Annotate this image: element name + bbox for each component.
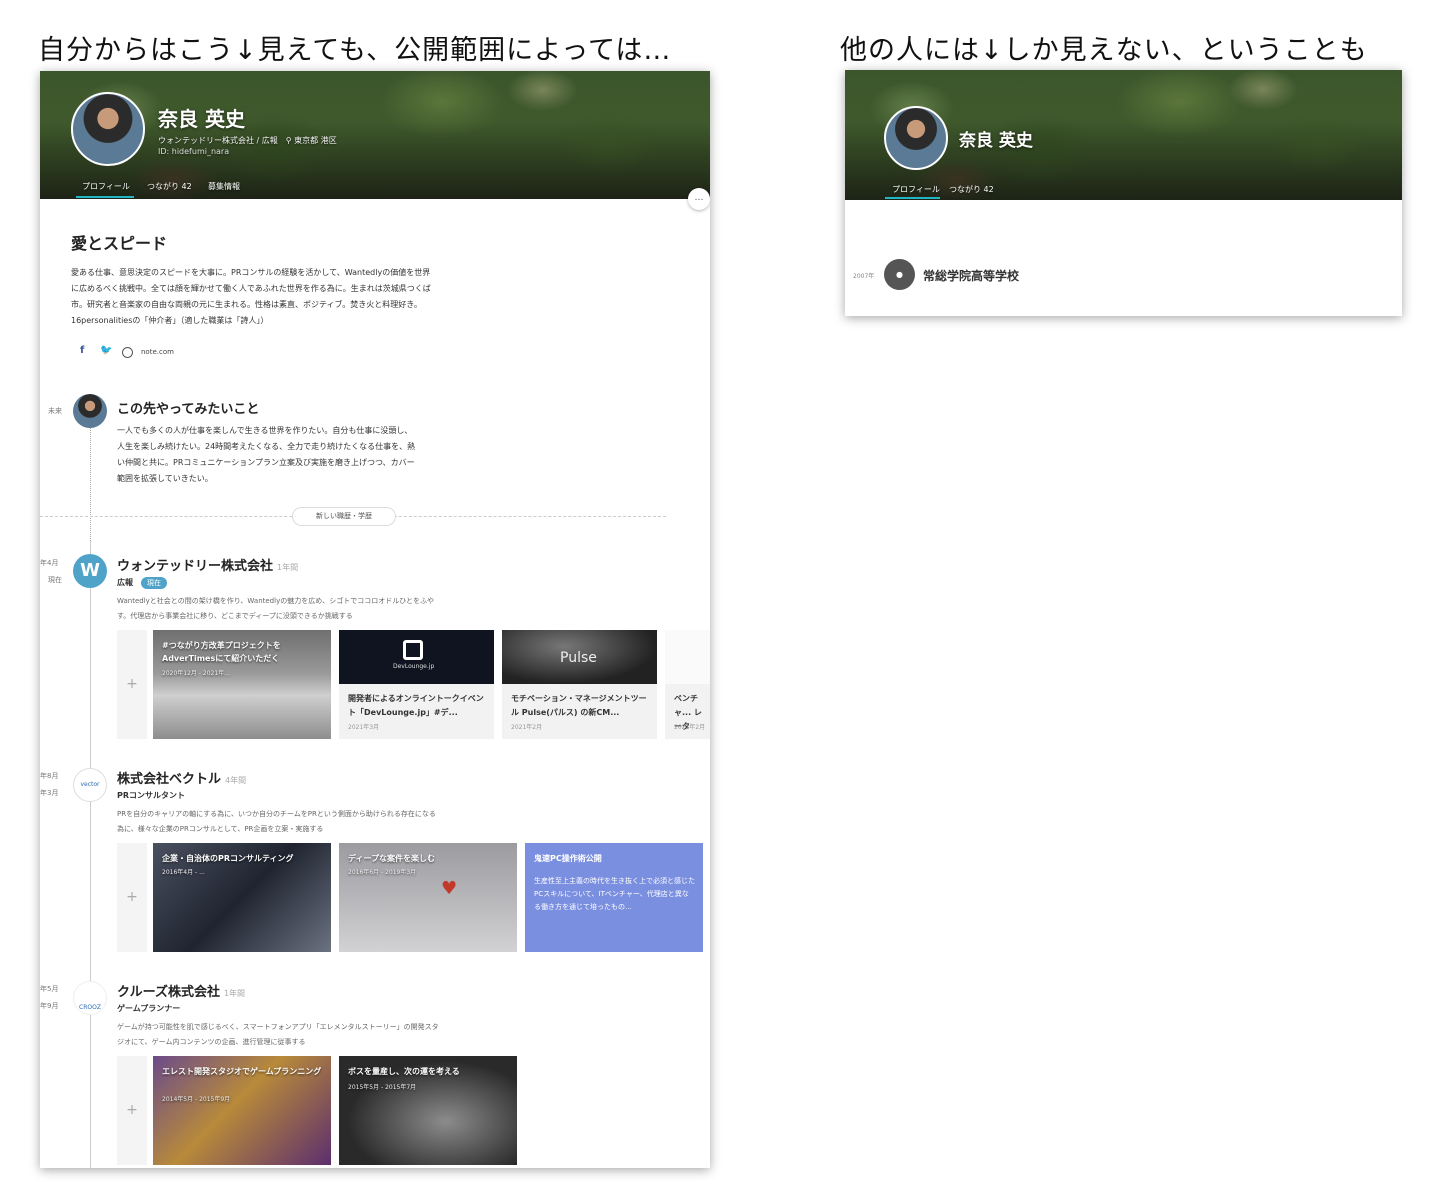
- story-card-title: モチベーション・マネージメントツール Pulse(パルス) の新CM...: [511, 694, 647, 717]
- add-story-button[interactable]: +: [117, 630, 147, 739]
- public-view-caption: 他の人には↓しか見えない、ということも: [840, 35, 1368, 66]
- story-card[interactable]: ボスを量産し、次の運を考える 2015年5月 - 2015年7月: [339, 1056, 517, 1165]
- role-label: 広報: [117, 578, 133, 587]
- active-tab-indicator: [76, 196, 134, 198]
- devlounge-logo-icon: [403, 640, 423, 660]
- tab-profile[interactable]: プロフィール: [892, 184, 940, 195]
- story-card-date: 2021年2月: [674, 724, 706, 731]
- story-card-date: 2014年5月 - 2015年9月: [162, 1096, 231, 1103]
- facebook-icon[interactable]: f: [80, 345, 84, 356]
- profile-company-location: ウォンテッドリー株式会社 / 広報 ⚲ 東京都 港区: [158, 136, 337, 145]
- vector-logo-icon[interactable]: vector: [73, 768, 107, 802]
- globe-icon[interactable]: [122, 347, 133, 358]
- about-title: 愛とスピード: [71, 234, 168, 253]
- experience-date-end: 現在: [48, 576, 62, 584]
- story-card-title: ディープな案件を楽しむ: [348, 854, 435, 863]
- future-text: 一人でも多くの人が仕事を楽しんで生きる世界を作りたい。自分も仕事に没頭し、人生を…: [117, 426, 416, 483]
- story-card-title: エレスト開発スタジオでゲームプランニング: [162, 1067, 322, 1076]
- education-date: 2007年: [853, 273, 875, 280]
- story-card[interactable]: 企業・自治体のPRコンサルティング 2016年4月 - ...: [153, 843, 331, 952]
- active-tab-indicator: [885, 197, 940, 199]
- story-card[interactable]: DevLounge.jp 開発者によるオンライントークイベント「DevLoung…: [339, 630, 494, 739]
- about-text: 愛ある仕事、意思決定のスピードを大事に。PRコンサルの経験を活かして、Wante…: [71, 268, 431, 325]
- devlounge-logo-text: DevLounge.jp: [393, 663, 435, 670]
- company-name[interactable]: クルーズ株式会社: [117, 985, 220, 1000]
- external-link[interactable]: note.com: [141, 348, 174, 356]
- story-card-title: 開発者によるオンライントークイベント「DevLounge.jp」#デ...: [348, 694, 484, 717]
- story-card[interactable]: Pulse モチベーション・マネージメントツール Pulse(パルス) の新CM…: [502, 630, 657, 739]
- future-title: この先やってみたいこと: [117, 402, 260, 417]
- experience-duration: 1年間: [223, 989, 246, 998]
- public-profile-view: 奈良 英史 プロフィール つながり 42 2007年 ● 常総学院高等学校: [845, 70, 1402, 316]
- experience-date-start: 年5月: [40, 985, 59, 993]
- story-card-title: 企業・自治体のPRコンサルティング: [162, 854, 294, 863]
- profile-user-id: ID: hidefumi_nara: [158, 147, 230, 156]
- experience-date-start: 年8月: [40, 772, 59, 780]
- profile-avatar[interactable]: [884, 106, 948, 170]
- experience-date-end: 年9月: [40, 1002, 59, 1010]
- heart-icon: ♥: [441, 878, 458, 899]
- add-story-button[interactable]: +: [117, 1056, 147, 1165]
- experience-description: PRを自分のキャリアの軸にする為に、いつか自分のチームをPRという側面から助けら…: [117, 810, 436, 833]
- company-name[interactable]: 株式会社ベクトル: [117, 772, 221, 787]
- school-icon[interactable]: ●: [884, 259, 915, 290]
- experience-description: ゲームが持つ可能性を肌で感じるべく、スマートフォンアプリ「エレメンタルストーリー…: [117, 1023, 439, 1046]
- tab-recruiting[interactable]: 募集情報: [208, 181, 240, 192]
- story-card-date: 2021年3月: [348, 724, 380, 731]
- wantedly-logo-icon[interactable]: W: [73, 554, 107, 588]
- timeline-future-line: [90, 416, 91, 551]
- timeline-line: [90, 541, 91, 1168]
- cover-image: 奈良 英史 プロフィール つながり 42: [845, 70, 1402, 200]
- future-avatar: [73, 394, 107, 428]
- profile-avatar[interactable]: [71, 92, 145, 166]
- tab-connections[interactable]: つながり 42: [949, 184, 994, 195]
- tab-profile[interactable]: プロフィール: [82, 181, 130, 192]
- experience-role: PRコンサルタント: [117, 791, 186, 800]
- company-name[interactable]: ウォンテッドリー株式会社: [117, 559, 273, 574]
- experience-duration: 4年間: [225, 776, 247, 785]
- crooz-logo-icon[interactable]: CROOZ: [73, 981, 107, 1015]
- more-options-button[interactable]: …: [688, 188, 710, 210]
- experience-company[interactable]: ウォンテッドリー株式会社 1年間: [117, 555, 298, 574]
- experience-description: Wantedlyと社会との間の架け橋を作り、Wantedlyの魅力を広め、シゴト…: [117, 597, 435, 620]
- experience-company[interactable]: 株式会社ベクトル 4年間: [117, 768, 246, 787]
- story-card-date: 2016年6月 - 2019年3月: [348, 869, 417, 876]
- school-name[interactable]: 常総学院高等学校: [923, 267, 1019, 284]
- story-card-title: ベンチャ... レーター...: [674, 694, 702, 739]
- story-card-date: 2015年5月 - 2015年7月: [348, 1084, 417, 1091]
- story-card[interactable]: 鬼速PC操作術公開 生産性至上主義の時代を生き抜く上で必須と感じたPCスキルにつ…: [525, 843, 703, 952]
- profile-name: 奈良 英史: [158, 107, 245, 131]
- experience-company[interactable]: クルーズ株式会社 1年間: [117, 981, 245, 1000]
- add-experience-button[interactable]: 新しい職歴・学歴: [292, 507, 396, 526]
- story-card[interactable]: ♥ ディープな案件を楽しむ 2016年6月 - 2019年3月: [339, 843, 517, 952]
- story-card-date: 2020年12月 - 2021年...: [162, 670, 230, 677]
- story-card-title: 鬼速PC操作術公開: [534, 854, 602, 863]
- experience-duration: 1年間: [277, 563, 299, 572]
- story-card-date: 2021年2月: [511, 724, 543, 731]
- story-card-description: 生産性至上主義の時代を生き抜く上で必須と感じたPCスキルについて、ITベンチャー…: [534, 877, 695, 911]
- profile-name: 奈良 英史: [959, 131, 1033, 151]
- experience-date-end: 年3月: [40, 789, 59, 797]
- add-story-button[interactable]: +: [117, 843, 147, 952]
- story-card-date: 2016年4月 - ...: [162, 869, 205, 876]
- story-card[interactable]: エレスト開発スタジオでゲームプランニング 2014年5月 - 2015年9月: [153, 1056, 331, 1165]
- cover-image: 奈良 英史 ウォンテッドリー株式会社 / 広報 ⚲ 東京都 港区 ID: hid…: [40, 71, 710, 199]
- experience-role: 広報 現在: [117, 577, 167, 589]
- experience-date-start: 年4月: [40, 559, 59, 567]
- tab-connections[interactable]: つながり 42: [147, 181, 192, 192]
- story-card-title: #つながり方改革プロジェクトをAdverTimesにて紹介いただく: [162, 641, 281, 663]
- own-view-caption: 自分からはこう↓見えても、公開範囲によっては…: [38, 35, 672, 66]
- experience-role: ゲームプランナー: [117, 1004, 181, 1013]
- current-badge: 現在: [141, 577, 167, 589]
- twitter-icon[interactable]: 🐦: [100, 345, 112, 356]
- future-label: 未来: [48, 407, 62, 415]
- story-card[interactable]: #つながり方改革プロジェクトをAdverTimesにて紹介いただく 2020年1…: [153, 630, 331, 739]
- story-card-title: ボスを量産し、次の運を考える: [348, 1067, 460, 1076]
- pulse-logo-text: Pulse: [560, 650, 597, 666]
- story-card[interactable]: ベンチャ... レーター... 2021年2月: [665, 630, 710, 739]
- own-profile-view: 奈良 英史 ウォンテッドリー株式会社 / 広報 ⚲ 東京都 港区 ID: hid…: [40, 71, 710, 1168]
